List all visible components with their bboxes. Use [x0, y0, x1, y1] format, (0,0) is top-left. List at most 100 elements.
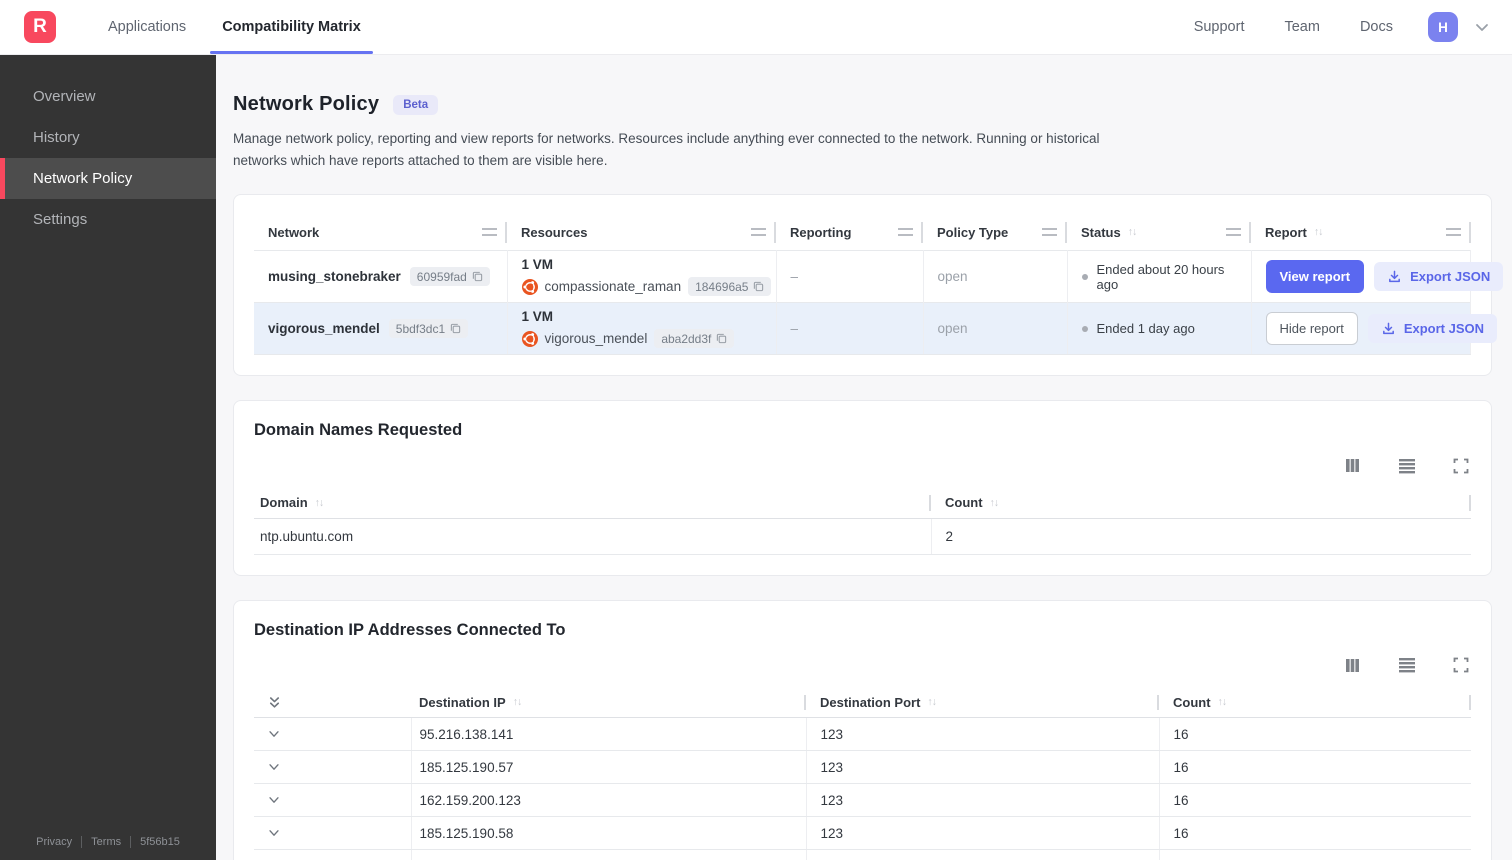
destination-port-cell: 123 — [806, 783, 1160, 818]
destination-ip-cell: 95.216.100.21 — [411, 849, 807, 860]
app-logo[interactable]: R — [24, 11, 56, 43]
column-menu-icon[interactable] — [751, 228, 766, 237]
sort-icon[interactable]: ↑↓ — [927, 696, 936, 708]
primary-nav: Applications Compatibility Matrix — [90, 0, 379, 54]
sidebar-item-history[interactable]: History — [0, 117, 216, 158]
col-header-domain: Domain ↑↓ — [254, 488, 931, 519]
fullscreen-icon[interactable] — [1453, 657, 1469, 673]
destination-ip-cell: 162.159.200.123 — [411, 783, 807, 818]
export-json-button[interactable]: Export JSON — [1374, 262, 1504, 292]
page-title: Network Policy — [233, 93, 380, 115]
col-header-resources: Resources — [507, 215, 776, 251]
column-menu-icon[interactable] — [482, 228, 497, 237]
report-cell: Hide report Export JSON — [1251, 302, 1497, 356]
col-header-status: Status ↑↓ — [1067, 215, 1251, 251]
export-json-label: Export JSON — [1403, 321, 1484, 337]
row-expand-cell — [254, 816, 412, 851]
destination-row: 185.125.190.58 123 16 — [254, 816, 1471, 851]
networks-table: Network Resources Reporting Policy Type … — [254, 215, 1504, 356]
build-hash: 5f56b15 — [140, 836, 180, 848]
nav-link-team[interactable]: Team — [1271, 19, 1332, 35]
chevron-down-icon[interactable] — [267, 793, 283, 807]
destination-ip-cell: 95.216.138.141 — [411, 717, 807, 752]
fullscreen-icon[interactable] — [1453, 458, 1469, 474]
chevron-down-icon[interactable] — [267, 826, 283, 840]
sort-icon[interactable]: ↑↓ — [1314, 226, 1323, 238]
status-text: Ended 1 day ago — [1096, 321, 1195, 337]
footer-divider — [130, 836, 132, 848]
destination-port-cell: 123 — [806, 816, 1160, 851]
sort-icon[interactable]: ↑↓ — [990, 497, 999, 509]
nav-link-docs[interactable]: Docs — [1347, 19, 1406, 35]
rows-icon[interactable] — [1398, 657, 1416, 673]
ubuntu-icon — [521, 278, 538, 295]
domains-card: Domain Names Requested Domain ↑↓ Count ↑↓ … — [233, 400, 1492, 576]
row-expand-cell — [254, 849, 412, 860]
status-cell: Ended 1 day ago — [1067, 302, 1252, 356]
col-label: Resources — [521, 224, 588, 240]
privacy-link[interactable]: Privacy — [36, 836, 72, 848]
expand-all-icon[interactable] — [267, 695, 283, 710]
vm-name: compassionate_raman — [544, 279, 682, 295]
column-menu-icon[interactable] — [1445, 228, 1461, 237]
count-cell: 16 — [1159, 717, 1471, 752]
view-report-button[interactable]: View report — [1265, 260, 1365, 294]
user-menu-chevron-icon[interactable] — [1474, 19, 1490, 35]
col-header-count: Count ↑↓ — [1159, 687, 1471, 719]
copy-icon[interactable] — [472, 271, 483, 282]
destinations-card-title: Destination IP Addresses Connected To — [254, 620, 566, 639]
sort-icon[interactable]: ↑↓ — [315, 497, 324, 509]
sidebar-item-network-policy[interactable]: Network Policy — [0, 158, 216, 199]
row-expand-cell — [254, 717, 412, 752]
sidebar-item-overview[interactable]: Overview — [0, 76, 216, 117]
columns-icon[interactable] — [1344, 457, 1361, 474]
network-id: 5bdf3dc1 — [395, 321, 446, 336]
nav-link-support[interactable]: Support — [1181, 19, 1258, 35]
status-text: Ended about 20 hours ago — [1096, 261, 1225, 292]
column-menu-icon[interactable] — [1042, 228, 1057, 237]
sort-icon[interactable]: ↑↓ — [1128, 226, 1137, 238]
hide-report-button[interactable]: Hide report — [1265, 312, 1358, 346]
vm-id: 184696a5 — [695, 279, 749, 294]
domain-row: ntp.ubuntu.com 2 — [254, 518, 1471, 555]
sidebar-item-settings[interactable]: Settings — [0, 199, 216, 240]
destinations-toolbar — [254, 657, 1469, 674]
terms-link[interactable]: Terms — [91, 836, 121, 848]
domain-cell: ntp.ubuntu.com — [254, 518, 932, 555]
vm-id: aba2dd3f — [661, 331, 712, 346]
chevron-down-icon[interactable] — [267, 727, 283, 741]
col-label: Policy Type — [937, 224, 1009, 240]
rows-icon[interactable] — [1398, 458, 1416, 474]
nav-tab-applications[interactable]: Applications — [90, 0, 204, 54]
network-row: vigorous_mendel 5bdf3dc1 1 VM vigorous_me… — [254, 302, 1497, 356]
copy-icon[interactable] — [716, 333, 727, 344]
destinations-card: Destination IP Addresses Connected To De… — [233, 599, 1492, 860]
col-header-destination-ip: Destination IP ↑↓ — [411, 687, 806, 719]
destination-row: 95.216.100.21 123 16 — [254, 849, 1471, 860]
copy-icon[interactable] — [450, 323, 461, 334]
col-label: Reporting — [790, 224, 852, 240]
destination-ip-cell: 185.125.190.57 — [411, 750, 807, 785]
policy-type-cell: open — [923, 250, 1068, 303]
column-menu-icon[interactable] — [1226, 228, 1241, 237]
user-avatar[interactable]: H — [1428, 12, 1458, 42]
destinations-header-row: Destination IP ↑↓ Destination Port ↑↓ Coun… — [254, 687, 1471, 719]
sort-icon[interactable]: ↑↓ — [513, 696, 522, 708]
resources-cell: 1 VM vigorous_mendel aba2dd3f — [507, 302, 777, 356]
network-id: 60959fad — [416, 269, 467, 284]
col-header-policy-type: Policy Type — [923, 215, 1067, 251]
sort-icon[interactable]: ↑↓ — [1218, 696, 1227, 708]
row-expand-cell — [254, 750, 412, 785]
export-json-button[interactable]: Export JSON — [1367, 314, 1497, 344]
nav-tab-compatibility-matrix[interactable]: Compatibility Matrix — [204, 0, 379, 54]
row-expand-cell — [254, 783, 412, 818]
report-cell: View report Export JSON — [1251, 250, 1504, 303]
sidebar: Overview History Network Policy Settings… — [0, 55, 216, 860]
column-menu-icon[interactable] — [898, 228, 913, 237]
chevron-down-icon[interactable] — [267, 760, 283, 774]
col-header-count: Count ↑↓ — [931, 488, 1471, 519]
copy-icon[interactable] — [753, 281, 764, 292]
columns-icon[interactable] — [1344, 657, 1361, 674]
count-cell: 2 — [931, 518, 1471, 555]
resources-cell: 1 VM compassionate_raman 184696a5 — [507, 250, 777, 303]
